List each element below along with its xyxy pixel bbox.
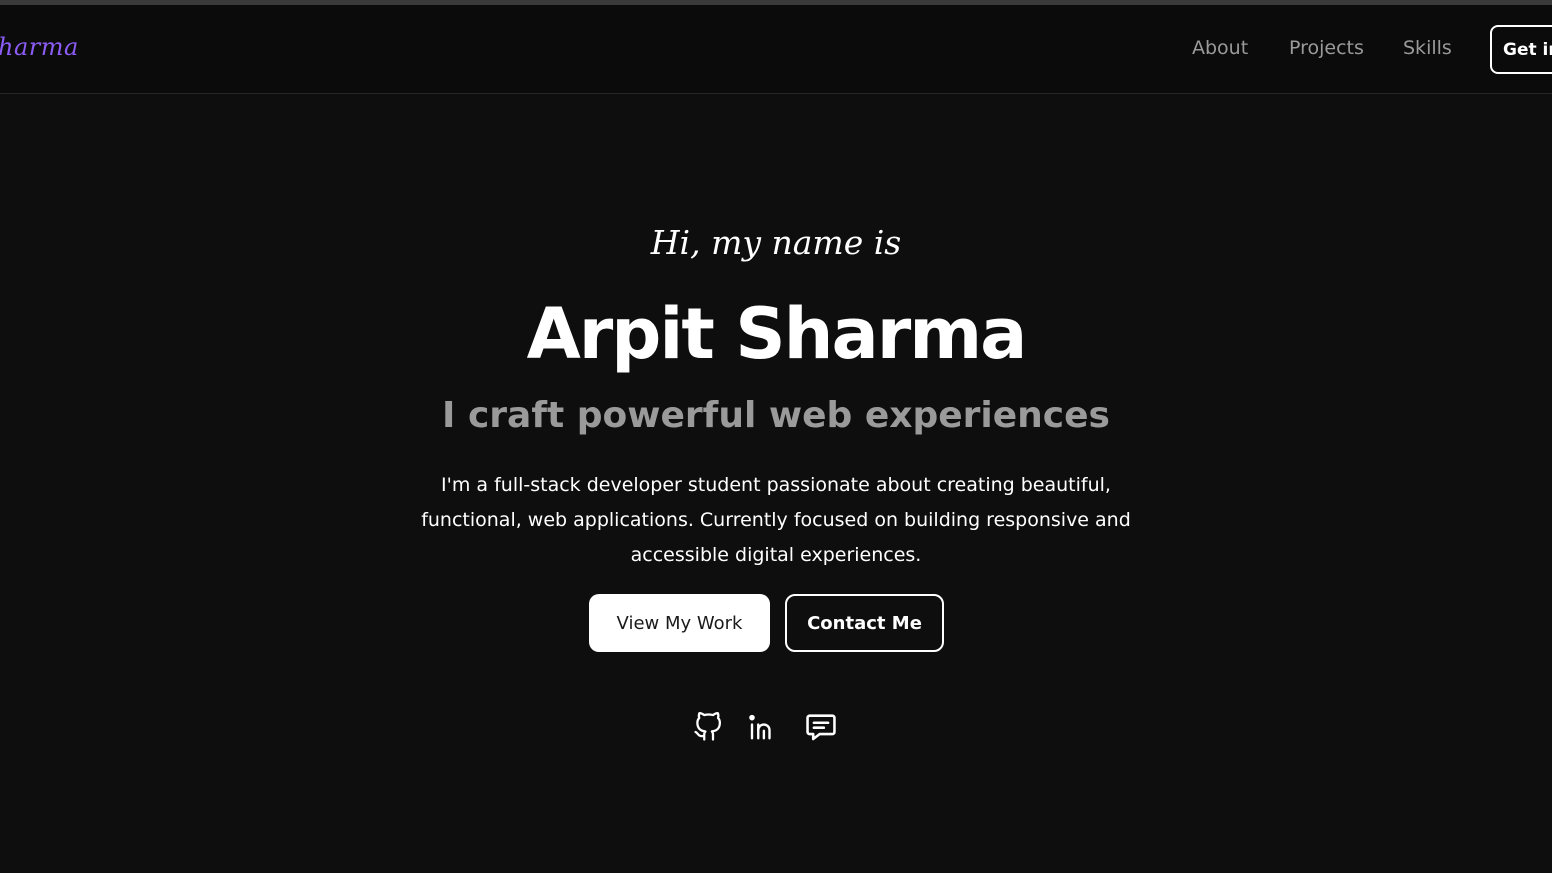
- view-my-work-button[interactable]: View My Work: [589, 594, 770, 652]
- linkedin-icon: [749, 714, 771, 740]
- nav-link-skills[interactable]: Skills: [1403, 37, 1452, 59]
- logo[interactable]: harma: [0, 33, 79, 61]
- github-link[interactable]: [688, 707, 728, 747]
- nav-link-about[interactable]: About: [1192, 37, 1248, 59]
- hero-name: Arpit Sharma: [526, 293, 1028, 375]
- github-icon: [694, 712, 721, 741]
- get-in-touch-button[interactable]: Get in: [1490, 25, 1552, 74]
- nav-link-projects[interactable]: Projects: [1289, 37, 1364, 59]
- message-link[interactable]: [801, 707, 841, 747]
- hero-bio: I'm a full-stack developer student passi…: [421, 474, 1131, 566]
- hero-greeting: Hi, my name is: [650, 223, 902, 262]
- linkedin-link[interactable]: [742, 707, 782, 747]
- navbar: harma About Projects Skills Get in: [0, 5, 1552, 94]
- social-links: [0, 707, 1552, 747]
- hero-section: Hi, my name is Arpit Sharma I craft powe…: [0, 95, 1552, 873]
- hero-tagline: I craft powerful web experiences: [442, 395, 1110, 436]
- contact-me-button[interactable]: Contact Me: [785, 594, 944, 652]
- message-icon: [806, 714, 836, 741]
